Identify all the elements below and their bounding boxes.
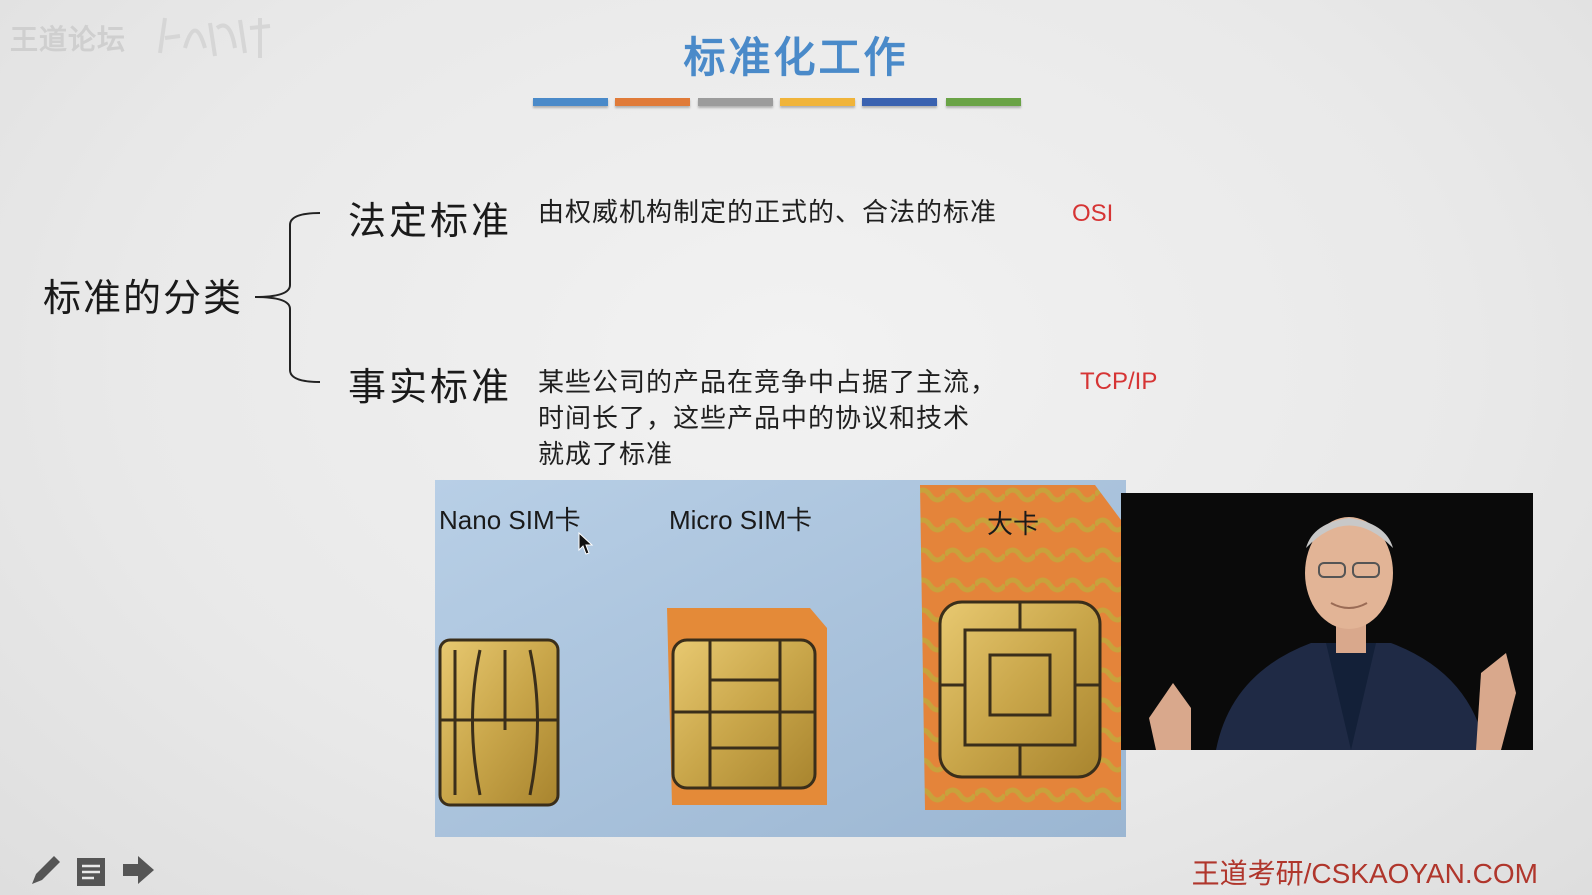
title-underline-bar-5 <box>862 98 937 106</box>
mouse-cursor-icon <box>578 532 594 555</box>
sim-card-photo: Nano SIM卡 Micro SIM卡 大卡 <box>435 480 1126 837</box>
std-desc-defacto-line-3: 就成了标准 <box>538 440 674 470</box>
title-underline-bar-3 <box>698 98 773 106</box>
speaker-illustration <box>1121 493 1533 750</box>
sim-label-micro: Micro SIM卡 <box>669 505 813 535</box>
std-desc-dejure: 由权威机构制定的正式的、合法的标准 <box>538 198 998 228</box>
presentation-toolbar <box>0 852 170 892</box>
title-underline-bar-1 <box>533 98 608 106</box>
std-desc-defacto: 某些公司的产品在竞争中占据了主流， 时间长了，这些产品中的协议和技术 就成了标准 <box>538 365 997 473</box>
classification-brace <box>254 212 321 383</box>
title-underline-bar-4 <box>780 98 855 106</box>
title-underline-bar-2 <box>615 98 690 106</box>
std-label-defacto: 事实标准 <box>348 365 513 409</box>
sim-label-standard: 大卡 <box>987 509 1040 539</box>
next-arrow-icon[interactable] <box>120 852 156 888</box>
std-desc-defacto-line-2: 时间长了，这些产品中的协议和技术 <box>538 404 971 434</box>
example-tcpip: TCP/IP <box>1080 368 1158 395</box>
pen-icon[interactable] <box>28 852 64 888</box>
slide-title: 标准化工作 <box>683 33 909 82</box>
notes-icon[interactable] <box>74 852 110 888</box>
footer-brand: 王道考研/CSKAOYAN.COM <box>1191 858 1538 889</box>
prev-icon[interactable] <box>0 852 8 888</box>
example-osi: OSI <box>1072 200 1114 227</box>
std-desc-defacto-line-1: 某些公司的产品在竞争中占据了主流， <box>538 368 998 398</box>
title-underline-bar-6 <box>946 98 1021 106</box>
std-label-dejure: 法定标准 <box>348 199 513 243</box>
classification-title: 标准的分类 <box>43 276 244 320</box>
speaker-photo <box>1121 493 1533 750</box>
micro-sim-card <box>667 608 827 805</box>
nano-sim-card <box>438 638 560 807</box>
sim-label-nano: Nano SIM卡 <box>439 505 581 535</box>
